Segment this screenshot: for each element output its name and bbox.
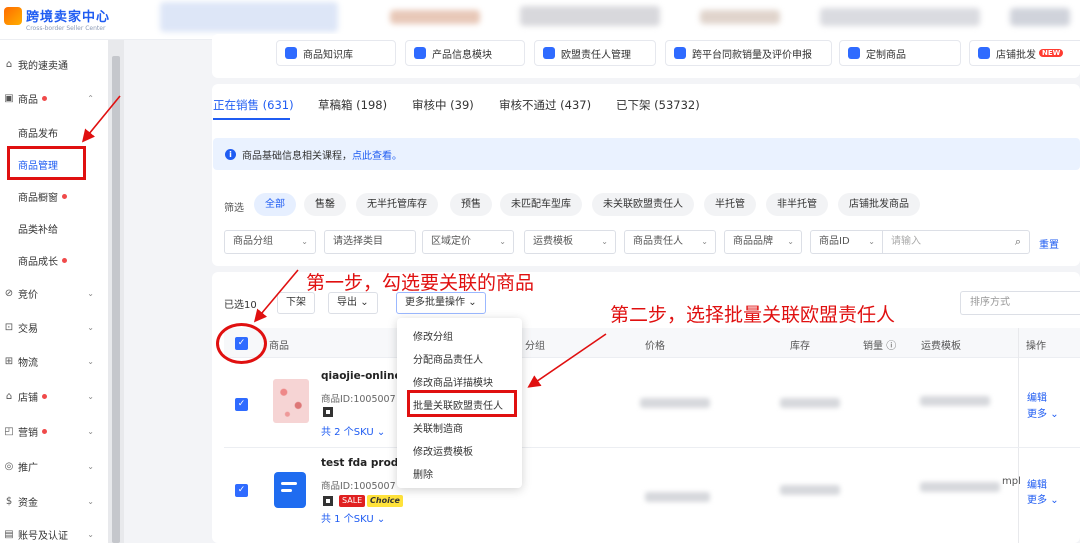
annotation-arrow (527, 333, 607, 388)
annotation-arrows (81, 95, 607, 388)
annotation-arrow (81, 95, 121, 143)
annotation-arrow (253, 269, 299, 323)
